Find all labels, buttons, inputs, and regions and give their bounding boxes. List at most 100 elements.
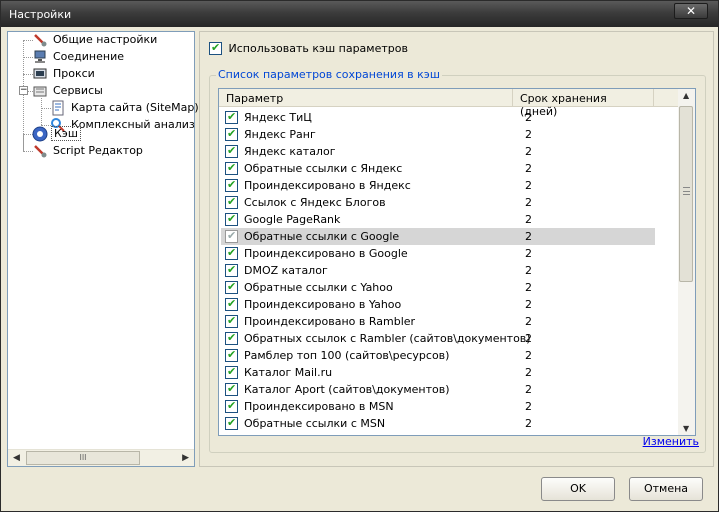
row-checkbox[interactable] — [225, 127, 238, 141]
table-row[interactable]: Проиндексировано в Google 2 — [219, 245, 679, 262]
row-param-name: Рамблер топ 100 (сайтов\ресурсов) — [244, 349, 450, 362]
table-row[interactable]: Обратные ссылки с Yahoo 2 — [219, 279, 679, 296]
table-row[interactable]: Каталог Aport (сайтов\документов) 2 — [219, 381, 679, 398]
row-days-value[interactable]: 2 — [525, 366, 532, 379]
sitemap-icon — [52, 100, 64, 116]
row-param-name: DMOZ каталог — [244, 264, 328, 277]
ok-button[interactable]: OK — [541, 477, 615, 501]
table-row[interactable]: DMOZ каталог 2 — [219, 262, 679, 279]
row-days-value[interactable]: 2 — [525, 298, 532, 311]
grip-icon — [683, 187, 690, 195]
table-row[interactable]: Яндекс каталог 2 — [219, 143, 679, 160]
table-row[interactable]: Рамблер топ 100 (сайтов\ресурсов) 2 — [219, 347, 679, 364]
row-days-value[interactable]: 2 — [525, 162, 532, 175]
scroll-thumb[interactable]: III — [26, 451, 140, 465]
row-days-value[interactable]: 2 — [525, 213, 532, 226]
row-checkbox[interactable] — [225, 178, 238, 192]
tree-item-label: Script Редактор — [53, 144, 143, 157]
row-days-value[interactable]: 2 — [525, 332, 532, 345]
row-days-value[interactable]: 2 — [525, 111, 532, 124]
row-checkbox[interactable] — [225, 331, 238, 345]
column-header-days[interactable]: Срок хранения (дней) — [514, 89, 654, 118]
settings-tree[interactable]: Общие настройки Соединение Прокси − Серв… — [7, 31, 212, 467]
row-checkbox[interactable] — [225, 314, 238, 328]
row-checkbox[interactable] — [225, 280, 238, 294]
row-days-value[interactable]: 2 — [525, 179, 532, 192]
row-checkbox[interactable] — [225, 348, 238, 362]
row-checkbox[interactable] — [225, 263, 238, 277]
row-checkbox[interactable] — [225, 212, 238, 226]
title-bar[interactable]: Настройки ✕ — [1, 1, 718, 27]
row-days-value[interactable]: 2 — [525, 383, 532, 396]
row-days-value[interactable]: 2 — [525, 315, 532, 328]
row-param-name: Проиндексировано в Google — [244, 247, 408, 260]
network-icon — [34, 50, 46, 63]
row-days-value[interactable]: 2 — [525, 128, 532, 141]
table-row[interactable]: Google PageRank 2 — [219, 211, 679, 228]
scroll-thumb[interactable] — [679, 106, 693, 282]
table-row[interactable]: Проиндексировано в Яндекс 2 — [219, 177, 679, 194]
scroll-right-icon[interactable]: ▶ — [182, 453, 189, 463]
list-vertical-scrollbar[interactable]: ▲ ▼ — [678, 89, 695, 435]
settings-dialog: Настройки ✕ Общие настройки Соединение П… — [0, 0, 719, 512]
row-param-name: Обратные ссылки с Google — [244, 230, 400, 243]
table-row[interactable]: Обратные ссылки с Google 2 — [219, 228, 679, 245]
row-checkbox[interactable] — [225, 416, 238, 430]
scroll-left-icon[interactable]: ◀ — [13, 453, 20, 463]
use-cache-option[interactable]: Использовать кэш параметров — [209, 41, 408, 55]
row-param-name: Google PageRank — [244, 213, 341, 226]
row-days-value[interactable]: 2 — [525, 349, 532, 362]
row-checkbox[interactable] — [225, 144, 238, 158]
row-checkbox[interactable] — [225, 399, 238, 413]
column-header-param[interactable]: Параметр — [219, 89, 513, 107]
row-days-value[interactable]: 2 — [525, 230, 532, 243]
row-checkbox[interactable] — [225, 161, 238, 175]
row-param-name: Каталог Mail.ru — [244, 366, 333, 379]
row-days-value[interactable]: 2 — [525, 400, 532, 413]
row-checkbox[interactable] — [225, 195, 238, 209]
row-param-name: Ссылок с Яндекс Блогов — [244, 196, 386, 209]
row-param-name: Проиндексировано в Яндекс — [244, 179, 411, 192]
row-checkbox[interactable] — [225, 229, 238, 243]
row-param-name: Проиндексировано в Rambler — [244, 315, 416, 328]
table-row[interactable]: Ссылок с Яндекс Блогов 2 — [219, 194, 679, 211]
table-row[interactable]: Проиндексировано в MSN 2 — [219, 398, 679, 415]
row-days-value[interactable]: 2 — [525, 247, 532, 260]
scroll-down-icon[interactable]: ▼ — [683, 424, 689, 433]
list-header: Параметр Срок хранения (дней) — [219, 89, 679, 118]
use-cache-checkbox[interactable] — [209, 41, 222, 55]
scroll-grip: III — [79, 453, 87, 462]
row-checkbox[interactable] — [225, 382, 238, 396]
services-icon — [33, 86, 47, 97]
scroll-up-icon[interactable]: ▲ — [683, 91, 689, 100]
tree-item-label: Прокси — [53, 67, 95, 80]
tree-expander-services[interactable]: − — [19, 86, 28, 95]
table-row[interactable]: Каталог Mail.ru 2 — [219, 364, 679, 381]
wrench-icon — [34, 145, 47, 158]
row-days-value[interactable]: 2 — [525, 281, 532, 294]
wrench-icon — [34, 34, 47, 47]
table-row[interactable]: Обратные ссылки с MSN 2 — [219, 415, 679, 432]
table-row[interactable]: Обратных ссылок с Rambler (сайтов\докуме… — [219, 330, 679, 347]
table-row[interactable]: Яндекс ТиЦ 2 — [219, 109, 679, 126]
row-days-value[interactable]: 2 — [525, 196, 532, 209]
close-button[interactable]: ✕ — [674, 3, 708, 19]
cancel-button[interactable]: Отмена — [629, 477, 703, 501]
tree-horizontal-scrollbar[interactable]: ◀ III ▶ — [8, 449, 194, 466]
cache-params-list[interactable]: Параметр Срок хранения (дней) Яндекс ТиЦ… — [218, 88, 696, 436]
row-days-value[interactable]: 2 — [525, 264, 532, 277]
table-row[interactable]: Проиндексировано в Yahoo 2 — [219, 296, 679, 313]
table-row[interactable]: Обратные ссылки с Яндекс 2 — [219, 160, 679, 177]
row-checkbox[interactable] — [225, 365, 238, 379]
tree-line — [41, 98, 42, 125]
group-legend: Список параметров сохранения в кэш — [216, 68, 442, 81]
row-checkbox[interactable] — [225, 297, 238, 311]
row-days-value[interactable]: 2 — [525, 417, 532, 430]
row-checkbox[interactable] — [225, 110, 238, 124]
table-row[interactable]: Яндекс Ранг 2 — [219, 126, 679, 143]
change-link[interactable]: Изменить — [643, 435, 699, 448]
close-icon: ✕ — [685, 4, 697, 18]
row-days-value[interactable]: 2 — [525, 145, 532, 158]
table-row[interactable]: Проиндексировано в Rambler 2 — [219, 313, 679, 330]
row-checkbox[interactable] — [225, 246, 238, 260]
